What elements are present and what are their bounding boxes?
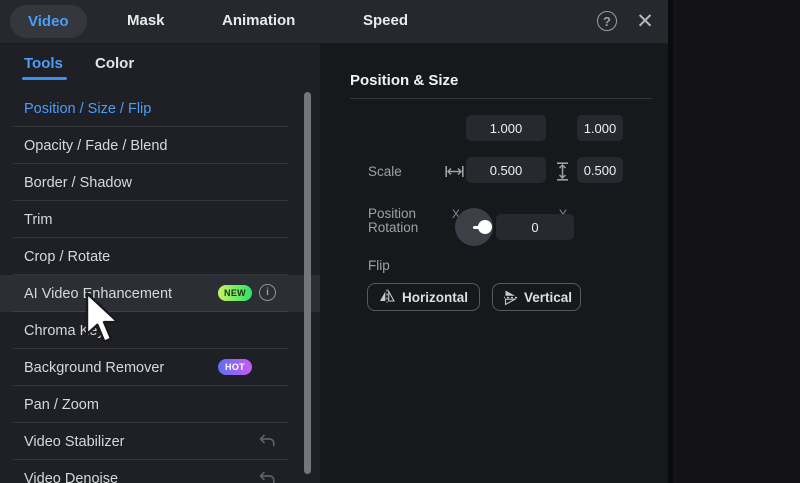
flip-horizontal-icon [379, 288, 395, 306]
sidebar-item-pan-zoom[interactable]: Pan / Zoom [0, 386, 320, 423]
sidebar-item-ai-video-enhancement[interactable]: AI Video Enhancement NEW i [0, 275, 320, 312]
flip-horizontal-button[interactable]: Horizontal [367, 283, 480, 311]
flip-label: Flip [368, 258, 390, 273]
rotation-label: Rotation [368, 220, 419, 235]
active-tab-underline [22, 77, 67, 80]
preview-area [668, 0, 800, 483]
app-window: Video Mask Animation Speed ? ✕ Tools Col… [0, 0, 800, 483]
rotation-knob[interactable] [455, 208, 493, 246]
position-label: Position [368, 206, 417, 221]
sidebar-item-opacity-fade-blend[interactable]: Opacity / Fade / Blend [0, 127, 320, 164]
scale-label: Scale [368, 164, 402, 179]
scale-height-icon [556, 162, 569, 186]
sidebar-item-crop-rotate[interactable]: Crop / Rotate [0, 238, 320, 275]
flip-vertical-button[interactable]: Vertical [492, 283, 581, 311]
position-x-input[interactable] [466, 157, 546, 183]
tab-mask[interactable]: Mask [127, 12, 165, 29]
sidebar-item-border-shadow[interactable]: Border / Shadow [0, 164, 320, 201]
close-icon[interactable]: ✕ [633, 8, 657, 34]
flip-vertical-icon [500, 289, 518, 305]
info-icon[interactable]: i [259, 284, 276, 301]
scale-width-icon [445, 165, 464, 183]
scale-height-input[interactable] [577, 115, 623, 141]
new-badge: NEW [218, 285, 252, 301]
sidebar-item-video-denoise[interactable]: Video Denoise [0, 460, 320, 483]
panel-title: Position & Size [350, 72, 459, 89]
position-y-input[interactable] [577, 157, 623, 183]
position-size-panel: Position & Size Scale 1.000 1.000 Positi… [320, 44, 668, 483]
flip-horizontal-label: Horizontal [402, 289, 468, 305]
scale-width-input[interactable] [466, 115, 546, 141]
sidebar-item-video-stabilizer[interactable]: Video Stabilizer [0, 423, 320, 460]
tab-color[interactable]: Color [95, 55, 134, 72]
sidebar: Tools Color Position / Size / Flip Opaci… [0, 44, 320, 483]
tools-list: Position / Size / Flip Opacity / Fade / … [0, 90, 320, 483]
tab-video-label: Video [28, 13, 69, 30]
reset-icon[interactable] [258, 433, 276, 449]
help-icon[interactable]: ? [597, 11, 617, 31]
tab-tools[interactable]: Tools [24, 55, 63, 72]
sidebar-scrollbar[interactable] [304, 92, 311, 474]
rotation-knob-handle[interactable] [478, 220, 492, 234]
rotation-input[interactable] [496, 214, 574, 240]
sidebar-item-chroma-key[interactable]: Chroma Key [0, 312, 320, 349]
reset-icon[interactable] [258, 470, 276, 483]
sidebar-item-background-remover[interactable]: Background Remover HOT [0, 349, 320, 386]
sidebar-item-position-size-flip[interactable]: Position / Size / Flip [0, 90, 320, 127]
title-divider [350, 98, 652, 99]
sidebar-tabs: Tools Color [0, 44, 320, 86]
tab-video[interactable]: Video [10, 5, 87, 38]
hot-badge: HOT [218, 359, 252, 375]
top-tab-bar: Video Mask Animation Speed ? ✕ [0, 0, 668, 44]
flip-vertical-label: Vertical [523, 289, 573, 305]
tab-animation[interactable]: Animation [222, 12, 295, 29]
tab-speed[interactable]: Speed [363, 12, 408, 29]
sidebar-item-trim[interactable]: Trim [0, 201, 320, 238]
clip-settings-panel: Video Mask Animation Speed ? ✕ Tools Col… [0, 0, 668, 483]
